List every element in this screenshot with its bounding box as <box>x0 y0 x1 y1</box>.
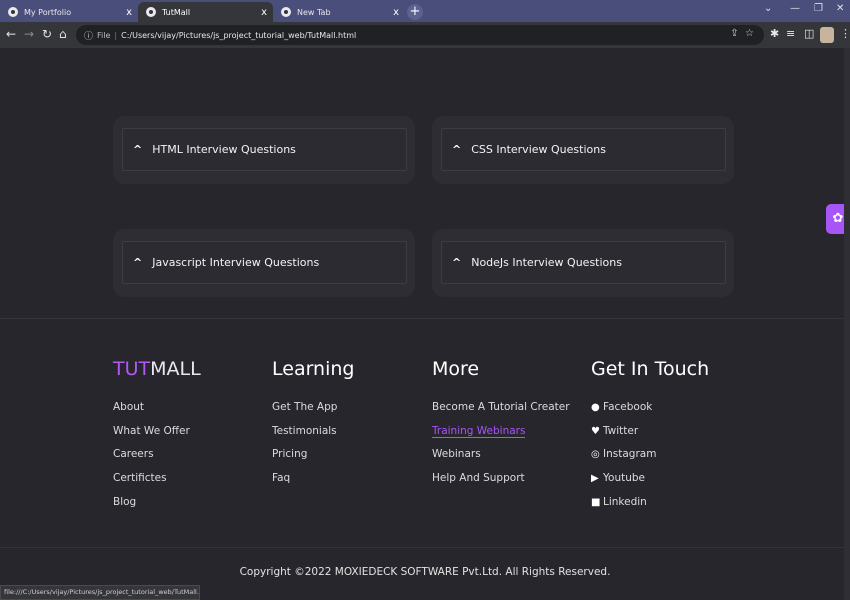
forward-icon[interactable]: → <box>24 27 34 41</box>
chevron-up-icon: ^ <box>452 256 462 269</box>
close-tab-icon[interactable]: x <box>261 7 267 18</box>
footer-link-webinars[interactable]: Webinars <box>432 446 570 470</box>
footer-brand-logo[interactable]: TUTMALL <box>113 358 201 384</box>
linkedin-icon: ■ <box>591 496 601 508</box>
accordion-label: HTML Interview Questions <box>152 143 296 156</box>
footer-link-linkedin[interactable]: ■ Linkedin <box>591 494 709 518</box>
close-tab-icon[interactable]: x <box>126 7 132 18</box>
info-icon: ⓘ <box>84 31 94 42</box>
tab-search-icon[interactable]: ⌄ <box>764 3 772 14</box>
reading-list-icon[interactable]: ≡ <box>786 27 795 40</box>
footer-link-about[interactable]: About <box>113 399 201 423</box>
copyright-text: Copyright ©2022 MOXIEDECK SOFTWARE Pvt.L… <box>239 566 611 578</box>
accordion-label: NodeJs Interview Questions <box>471 256 622 269</box>
restore-icon[interactable]: ❐ <box>814 3 823 14</box>
footer-heading-more: More <box>432 358 480 380</box>
accordion-html[interactable]: ^ HTML Interview Questions <box>122 128 407 171</box>
footer-link-youtube[interactable]: ▶ Youtube <box>591 470 709 494</box>
browser-tab-bar: My Portfolio x TutMall x New Tab x + ⌄ —… <box>0 0 850 22</box>
status-bar-url: file:///C:/Users/vijay/Pictures/js_proje… <box>0 585 200 600</box>
minimize-icon[interactable]: — <box>790 3 800 14</box>
home-icon[interactable]: ⌂ <box>59 27 67 41</box>
tab-tutmall[interactable]: TutMall x <box>138 2 273 22</box>
new-tab-button[interactable]: + <box>407 4 423 20</box>
page-scrollbar[interactable] <box>844 48 850 600</box>
gear-icon: ✿ <box>832 211 844 226</box>
address-url: C:/Users/vijay/Pictures/js_project_tutor… <box>121 30 357 40</box>
footer-link-facebook[interactable]: ● Facebook <box>591 399 709 423</box>
address-separator: | <box>114 30 118 40</box>
tab-new-tab[interactable]: New Tab x <box>273 2 405 22</box>
accordion-card: ^ Javascript Interview Questions <box>113 229 415 297</box>
footer-link-faq[interactable]: Faq <box>272 470 355 494</box>
footer-more-column: More Become A Tutorial Creater Training … <box>432 358 570 494</box>
accordion-nodejs[interactable]: ^ NodeJs Interview Questions <box>441 241 726 284</box>
footer-link-certificates[interactable]: Certifictes <box>113 470 201 494</box>
chevron-up-icon: ^ <box>452 143 462 156</box>
footer-heading-learning: Learning <box>272 358 355 380</box>
footer-link-help-support[interactable]: Help And Support <box>432 470 570 494</box>
tab-my-portfolio[interactable]: My Portfolio x <box>0 2 138 22</box>
address-scheme: File <box>97 30 111 40</box>
chrome-icon <box>281 7 291 17</box>
instagram-icon: ◎ <box>591 449 600 461</box>
footer-link-become-creator[interactable]: Become A Tutorial Creater <box>432 399 570 423</box>
chevron-up-icon: ^ <box>133 143 143 156</box>
address-bar[interactable]: ⓘ File | C:/Users/vijay/Pictures/js_proj… <box>76 25 764 45</box>
footer-link-blog[interactable]: Blog <box>113 494 201 518</box>
copyright-divider <box>0 547 850 548</box>
browser-toolbar: ← → ↻ ⌂ ⓘ File | C:/Users/vijay/Pictures… <box>0 22 850 48</box>
footer-link-instagram[interactable]: ◎ Instagram <box>591 446 709 470</box>
tab-label: New Tab <box>297 7 331 17</box>
facebook-icon: ● <box>591 402 600 413</box>
close-window-icon[interactable]: ✕ <box>836 3 844 14</box>
globe-icon <box>146 7 156 17</box>
accordion-label: Javascript Interview Questions <box>152 256 320 269</box>
footer-learning-column: Learning Get The App Testimonials Pricin… <box>272 358 355 494</box>
chevron-up-icon: ^ <box>133 256 143 269</box>
footer-link-careers[interactable]: Careers <box>113 446 201 470</box>
twitter-icon: ♥ <box>591 425 600 437</box>
side-panel-icon[interactable]: ◫ <box>804 27 814 40</box>
accordion-javascript[interactable]: ^ Javascript Interview Questions <box>122 241 407 284</box>
footer-contact-column: Get In Touch ● Facebook ♥ Twitter ◎ Instagr… <box>591 358 709 517</box>
footer-brand-column: TUTMALL About What We Offer Careers Cert… <box>113 358 201 517</box>
extensions-icon[interactable]: ✱ <box>770 27 779 40</box>
accordion-css[interactable]: ^ CSS Interview Questions <box>441 128 726 171</box>
close-tab-icon[interactable]: x <box>393 7 399 18</box>
footer-heading-contact: Get In Touch <box>591 358 710 380</box>
menu-icon[interactable]: ⋮ <box>840 27 850 40</box>
tab-label: My Portfolio <box>24 7 72 17</box>
bookmark-star-icon[interactable]: ⇪ ☆ <box>730 28 754 39</box>
footer-link-testimonials[interactable]: Testimonials <box>272 423 355 447</box>
footer-link-pricing[interactable]: Pricing <box>272 446 355 470</box>
reload-icon[interactable]: ↻ <box>42 27 52 41</box>
tab-label: TutMall <box>162 7 191 17</box>
footer-link-what-we-offer[interactable]: What We Offer <box>113 423 201 447</box>
youtube-icon: ▶ <box>591 473 599 485</box>
footer-link-twitter[interactable]: ♥ Twitter <box>591 423 709 447</box>
accordion-label: CSS Interview Questions <box>471 143 606 156</box>
accordion-card: ^ NodeJs Interview Questions <box>432 229 734 297</box>
footer-divider <box>0 318 850 319</box>
back-icon[interactable]: ← <box>6 27 16 41</box>
globe-icon <box>8 7 18 17</box>
accordion-card: ^ CSS Interview Questions <box>432 116 734 184</box>
footer-link-training-webinars[interactable]: Training Webinars <box>432 423 570 447</box>
footer-link-get-the-app[interactable]: Get The App <box>272 399 355 423</box>
accordion-card: ^ HTML Interview Questions <box>113 116 415 184</box>
profile-avatar[interactable] <box>820 27 834 43</box>
